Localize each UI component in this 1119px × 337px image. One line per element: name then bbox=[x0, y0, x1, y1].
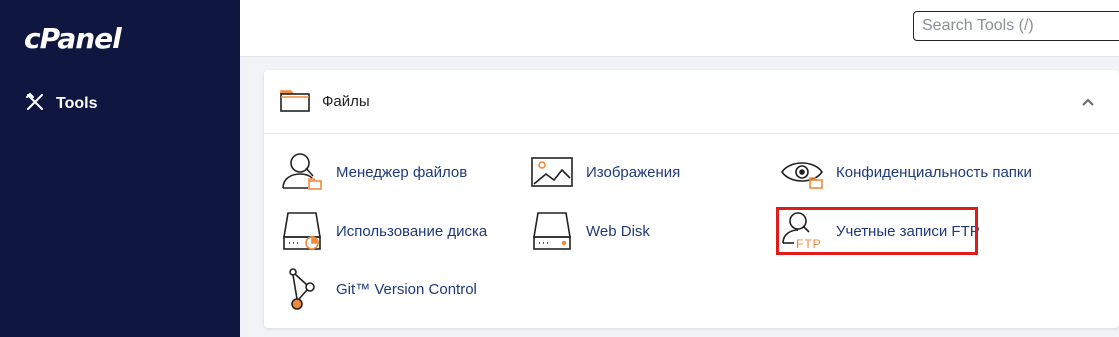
tool-label: Менеджер файлов bbox=[336, 163, 468, 181]
sidebar: cPanel Tools bbox=[0, 0, 240, 337]
tools-icon bbox=[24, 91, 46, 118]
directory-privacy-icon bbox=[780, 150, 824, 194]
cpanel-logo[interactable]: cPanel bbox=[24, 22, 122, 55]
tool-images[interactable]: Изображения bbox=[530, 150, 680, 194]
folder-icon bbox=[280, 90, 310, 117]
panel-title: Файлы bbox=[322, 93, 370, 110]
files-panel: Файлы Менеджер файлов Изображения Конфид… bbox=[264, 70, 1119, 328]
git-icon bbox=[280, 267, 324, 311]
tool-label: Git™ Version Control bbox=[336, 280, 477, 298]
tool-label: Web Disk bbox=[586, 222, 650, 240]
web-disk-icon bbox=[530, 209, 574, 253]
tool-web-disk[interactable]: Web Disk bbox=[530, 209, 650, 253]
tool-file-manager[interactable]: Менеджер файлов bbox=[280, 150, 467, 194]
chevron-up-icon[interactable] bbox=[1081, 94, 1095, 112]
disk-usage-icon bbox=[280, 209, 324, 253]
file-manager-icon bbox=[280, 150, 324, 194]
images-icon bbox=[530, 150, 574, 194]
search-tools-input[interactable] bbox=[913, 11, 1119, 41]
tool-label: Конфиденциальность папки bbox=[836, 163, 1032, 181]
sidebar-item-tools[interactable]: Tools bbox=[24, 92, 97, 116]
tool-label: Использование диска bbox=[336, 222, 488, 240]
tool-git-version-control[interactable]: Git™ Version Control bbox=[280, 267, 477, 311]
highlight-box bbox=[776, 207, 978, 255]
tool-disk-usage[interactable]: Использование диска bbox=[280, 209, 487, 253]
files-panel-header[interactable]: Файлы bbox=[264, 70, 1119, 134]
sidebar-item-label: Tools bbox=[56, 95, 98, 112]
tool-directory-privacy[interactable]: Конфиденциальность папки bbox=[780, 150, 1032, 194]
tool-label: Изображения bbox=[586, 163, 681, 181]
